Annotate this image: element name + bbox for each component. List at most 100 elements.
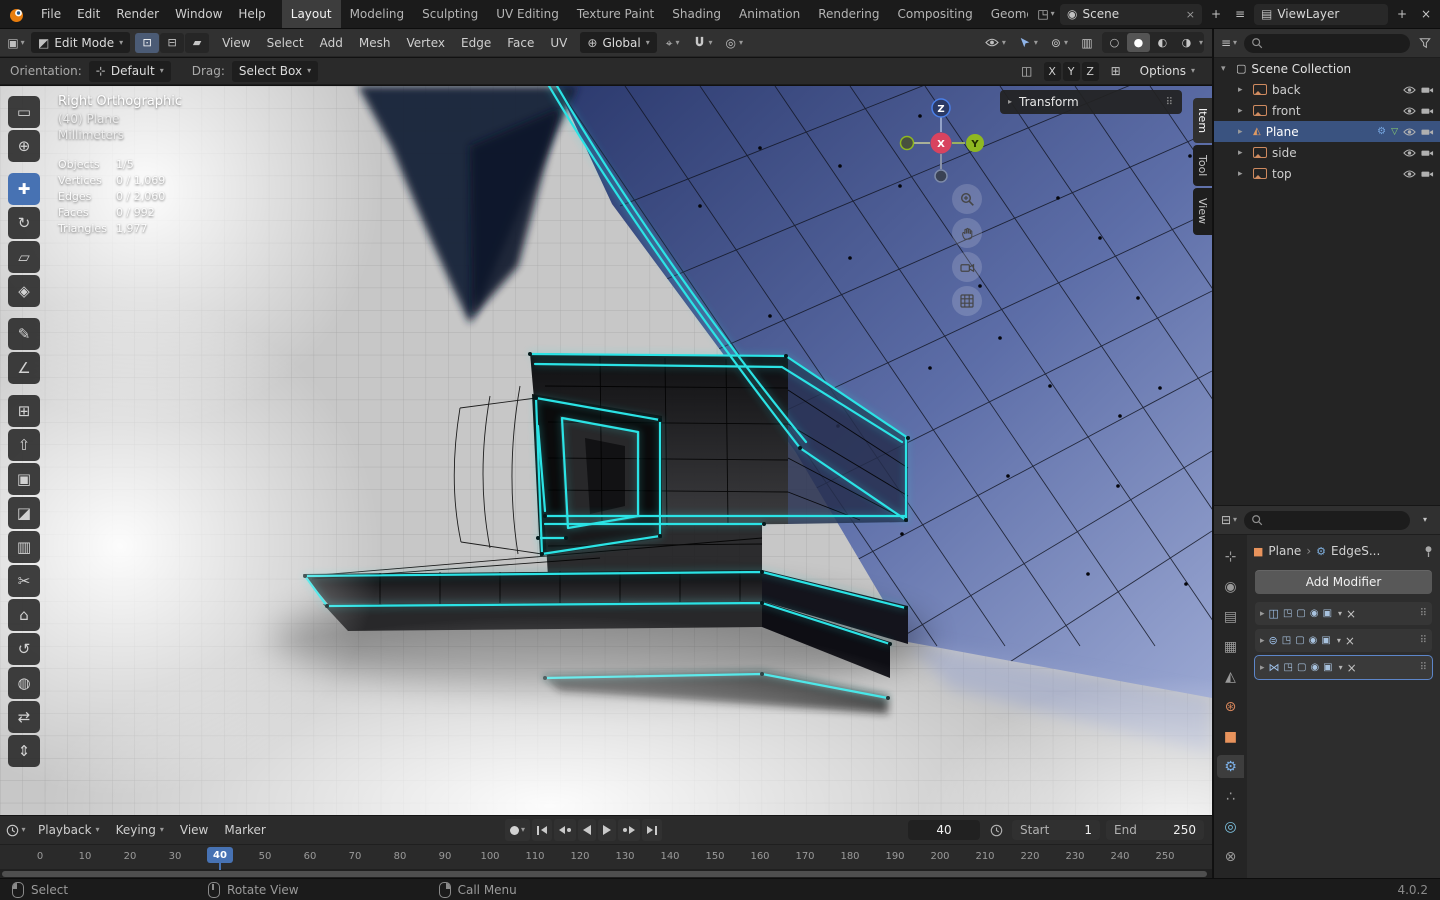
timeline-menu-keying[interactable]: Keying ▾: [108, 816, 172, 844]
auto-keying-toggle[interactable]: ▾: [505, 819, 530, 841]
outliner-item-plane[interactable]: ▸ ◭ Plane ⚙ ▽: [1214, 121, 1440, 142]
menu-file[interactable]: File: [33, 0, 69, 28]
timeline-editor-icon[interactable]: ▾: [6, 820, 26, 840]
annotate-tool[interactable]: ✎: [8, 318, 40, 350]
material-shading-button[interactable]: ◐: [1151, 33, 1174, 52]
drag-handle[interactable]: ⠿: [1420, 662, 1427, 673]
menu-face[interactable]: Face: [499, 29, 542, 56]
delete-modifier-button[interactable]: ×: [1347, 661, 1357, 675]
physics-tab[interactable]: ◎: [1217, 815, 1244, 838]
prev-keyframe-button[interactable]: [554, 819, 576, 841]
menu-window[interactable]: Window: [167, 0, 230, 28]
modifier-row-1[interactable]: ▸ ◫ ◳ ▢ ◉ ▣ ▾ × ⠿: [1255, 602, 1432, 625]
snap-base-icon[interactable]: ⊞: [1106, 61, 1126, 81]
breadcrumb-modifier[interactable]: EdgeS...: [1331, 544, 1380, 558]
modifier-on-cage-toggle[interactable]: ◳: [1284, 662, 1293, 673]
drag-handle[interactable]: ⠿: [1420, 635, 1427, 646]
filter-icon[interactable]: [1415, 33, 1435, 53]
workspace-tab-animation[interactable]: Animation: [730, 0, 809, 28]
modifier-render-toggle[interactable]: ▣: [1323, 662, 1332, 673]
extras-menu-icon[interactable]: ▾: [1339, 663, 1343, 672]
viewlayer-browse-icon[interactable]: ≡: [1230, 4, 1250, 24]
viewlayer-selector[interactable]: ▤ ViewLayer: [1254, 3, 1388, 25]
modifier-realtime-toggle[interactable]: ◉: [1310, 608, 1319, 619]
end-frame-field[interactable]: End 250: [1106, 820, 1204, 840]
scene-selector[interactable]: ◉ Scene ×: [1060, 3, 1202, 25]
render-tab[interactable]: ◉: [1217, 575, 1244, 598]
expand-icon[interactable]: ▸: [1260, 663, 1265, 673]
outliner-item-side[interactable]: ▸ side: [1214, 142, 1440, 163]
expand-icon[interactable]: ▸: [1238, 106, 1248, 116]
timeline-ruler[interactable]: 40 0102030405060708090100110120130140150…: [0, 844, 1212, 870]
workspace-tab-rendering[interactable]: Rendering: [809, 0, 888, 28]
transform-panel-header[interactable]: ▸ Transform ⠿: [1000, 90, 1182, 114]
scene-tab[interactable]: ◭: [1217, 665, 1244, 688]
add-cube-tool[interactable]: ⊞: [8, 395, 40, 427]
modifier-editmode-toggle[interactable]: ▢: [1295, 635, 1304, 646]
render-visibility-toggle[interactable]: [1421, 148, 1434, 158]
vertex-select-mode[interactable]: ⊡: [135, 32, 160, 53]
blender-logo[interactable]: [0, 0, 33, 28]
hide-toggle[interactable]: [1403, 169, 1416, 179]
remove-viewlayer-button[interactable]: ×: [1416, 4, 1436, 24]
pin-icon[interactable]: [1423, 545, 1434, 558]
rotate-tool[interactable]: ↻: [8, 207, 40, 239]
hide-toggle[interactable]: [1403, 127, 1416, 137]
view-layer-tab[interactable]: ▦: [1217, 635, 1244, 658]
outliner-search-input[interactable]: [1244, 33, 1410, 53]
pan-button[interactable]: [952, 218, 982, 248]
expand-icon[interactable]: ▸: [1238, 169, 1248, 179]
browse-scene-icon[interactable]: ◳ ▾: [1036, 4, 1056, 24]
solid-shading-button[interactable]: ●: [1126, 33, 1150, 52]
render-visibility-toggle[interactable]: [1421, 127, 1434, 137]
workspace-tab-modeling[interactable]: Modeling: [341, 0, 414, 28]
expand-icon[interactable]: ▾: [1221, 64, 1231, 74]
modifier-realtime-toggle[interactable]: ◉: [1310, 662, 1319, 673]
particles-tab[interactable]: ∴: [1217, 785, 1244, 808]
current-frame-field[interactable]: 40: [908, 820, 980, 840]
navigation-gizmo[interactable]: Z X Y: [895, 88, 987, 188]
outliner-item-front[interactable]: ▸ front: [1214, 100, 1440, 121]
tab-item[interactable]: Item: [1193, 98, 1212, 144]
orientation-dropdown[interactable]: ⊹ Default ▾: [88, 60, 171, 82]
zoom-button[interactable]: [952, 184, 982, 214]
new-viewlayer-button[interactable]: +: [1392, 4, 1412, 24]
proportional-editing-toggle[interactable]: ◎ ▾: [722, 32, 748, 53]
mirror-axis-z[interactable]: Z: [1081, 61, 1099, 81]
workspace-tab-uv-editing[interactable]: UV Editing: [487, 0, 568, 28]
outliner-editor-icon[interactable]: ≡ ▾: [1219, 33, 1239, 53]
menu-edit[interactable]: Edit: [69, 0, 108, 28]
start-frame-field[interactable]: Start 1: [1012, 820, 1100, 840]
loop-cut-tool[interactable]: ▥: [8, 531, 40, 563]
tab-view[interactable]: View: [1193, 188, 1212, 235]
breadcrumb-object[interactable]: Plane: [1268, 544, 1301, 558]
shrink-fatten-tool[interactable]: ⇕: [8, 735, 40, 767]
menu-add[interactable]: Add: [312, 29, 351, 56]
menu-edge[interactable]: Edge: [453, 29, 499, 56]
jump-to-end-button[interactable]: [642, 819, 662, 841]
spin-tool[interactable]: ↺: [8, 633, 40, 665]
jump-to-start-button[interactable]: [532, 819, 552, 841]
render-visibility-toggle[interactable]: [1421, 169, 1434, 179]
workspace-tab-sculpting[interactable]: Sculpting: [413, 0, 487, 28]
modifier-on-cage-toggle[interactable]: ◳: [1283, 608, 1292, 619]
modifier-editmode-toggle[interactable]: ▢: [1296, 608, 1305, 619]
output-tab[interactable]: ▤: [1217, 605, 1244, 628]
modifier-row-2[interactable]: ▸ ⊜ ◳ ▢ ◉ ▣ ▾ × ⠿: [1255, 629, 1432, 652]
outliner-item-top[interactable]: ▸ top: [1214, 163, 1440, 184]
camera-view-button[interactable]: [952, 252, 982, 282]
extras-menu-icon[interactable]: ▾: [1337, 636, 1341, 645]
render-visibility-toggle[interactable]: [1421, 85, 1434, 95]
menu-help[interactable]: Help: [230, 0, 273, 28]
workspace-tab-texture-paint[interactable]: Texture Paint: [568, 0, 663, 28]
select-box-tool[interactable]: ▭: [8, 96, 40, 128]
mode-selector[interactable]: ◩ Edit Mode ▾: [31, 32, 131, 53]
expand-icon[interactable]: ▸: [1238, 127, 1248, 137]
transform-orientation-selector[interactable]: ⊕ Global ▾: [580, 32, 657, 53]
delete-modifier-button[interactable]: ×: [1346, 607, 1356, 621]
modifier-on-cage-toggle[interactable]: ◳: [1282, 635, 1291, 646]
tool-tab[interactable]: ⊹: [1217, 545, 1244, 568]
bevel-tool[interactable]: ◪: [8, 497, 40, 529]
knife-tool[interactable]: ✂: [8, 565, 40, 597]
menu-render[interactable]: Render: [108, 0, 167, 28]
